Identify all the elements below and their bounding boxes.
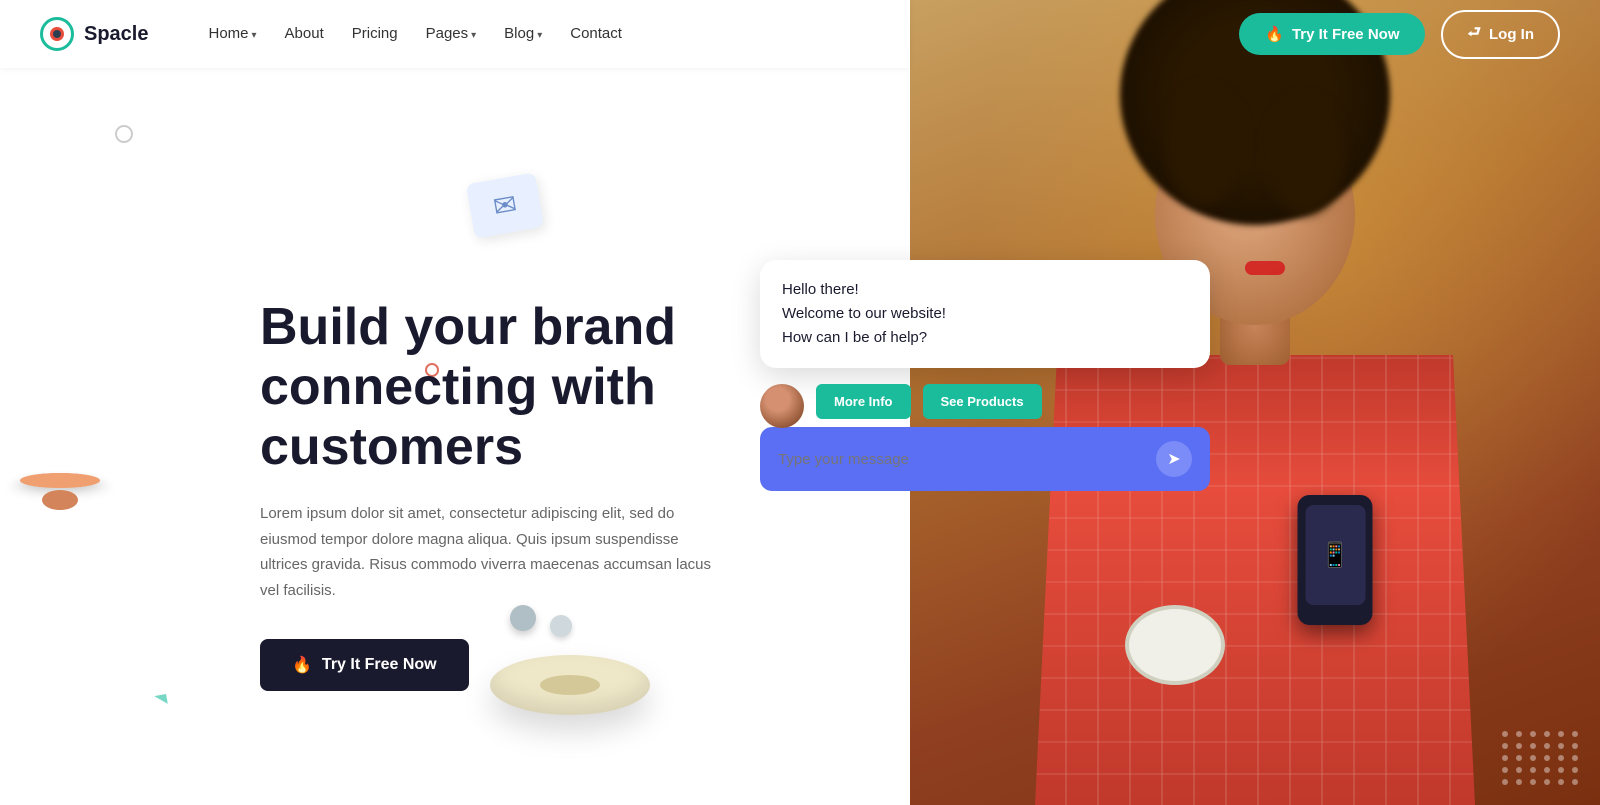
logo-icon: [40, 17, 74, 51]
deco-triangle: [154, 694, 168, 706]
nav-link-home[interactable]: Home▾: [208, 25, 256, 42]
deco-ring-stem: [42, 490, 78, 510]
nav-item-pricing[interactable]: Pricing: [352, 25, 398, 43]
nav-item-blog[interactable]: Blog▾: [504, 25, 542, 43]
brand-name: Spacle: [84, 23, 148, 46]
email-icon: ✉: [491, 187, 520, 224]
try-free-button[interactable]: 🔥 Try It Free Now: [1239, 13, 1425, 55]
logo[interactable]: Spacle: [40, 17, 148, 51]
deco-circle: [115, 125, 133, 143]
send-icon: ➤: [1167, 449, 1180, 469]
nav-link-blog[interactable]: Blog▾: [504, 25, 542, 42]
float-email-icon: ✉: [466, 172, 544, 238]
dots-decoration: [1502, 731, 1580, 785]
chat-message-input[interactable]: [778, 451, 1156, 468]
bottom-3d-decoration: [490, 655, 650, 775]
deco-ring-left: [17, 473, 103, 488]
nav-link-contact[interactable]: Contact: [570, 25, 622, 42]
header-actions: 🔥 Try It Free Now ⮐ Log In: [910, 0, 1600, 68]
chat-input-row: ➤: [760, 427, 1210, 491]
fire-icon-hero: 🔥: [292, 655, 312, 675]
nav-arrow-home: ▾: [252, 30, 257, 41]
see-products-button[interactable]: See Products: [923, 384, 1042, 419]
nav-link-pricing[interactable]: Pricing: [352, 25, 398, 42]
deco-ring-3d: [490, 655, 650, 715]
hero-cta-button[interactable]: 🔥 Try It Free Now: [260, 639, 469, 691]
hero-content: Build your brand connecting with custome…: [260, 298, 740, 691]
hero-title: Build your brand connecting with custome…: [260, 298, 740, 477]
nav-arrow-blog: ▾: [537, 30, 542, 41]
deco-dot-2: [550, 615, 572, 637]
chat-avatar: [760, 384, 804, 428]
nav-link-pages[interactable]: Pages▾: [426, 25, 477, 42]
nav-links: Home▾ About Pricing Pages▾ Blog▾ Contact: [208, 25, 621, 43]
login-button[interactable]: ⮐ Log In: [1441, 10, 1560, 59]
avatar-image: [760, 384, 804, 428]
fire-icon: 🔥: [1265, 25, 1284, 43]
nav-item-about[interactable]: About: [285, 25, 324, 43]
chat-send-button[interactable]: ➤: [1156, 441, 1192, 477]
nav-link-about[interactable]: About: [285, 25, 324, 42]
nav-item-home[interactable]: Home▾: [208, 25, 256, 43]
chat-widget: Hello there! Welcome to our website! How…: [760, 260, 1210, 491]
nav-item-contact[interactable]: Contact: [570, 25, 622, 43]
chat-actions-row: More Info See Products: [760, 384, 1210, 419]
login-icon: ⮐: [1467, 22, 1481, 47]
chat-bubble-text: Hello there! Welcome to our website! How…: [782, 278, 1188, 350]
more-info-button[interactable]: More Info: [816, 384, 911, 419]
chat-bubble: Hello there! Welcome to our website! How…: [760, 260, 1210, 368]
hero-description: Lorem ipsum dolor sit amet, consectetur …: [260, 501, 730, 603]
navbar: Spacle Home▾ About Pricing Pages▾ Blog▾: [0, 0, 910, 68]
nav-item-pages[interactable]: Pages▾: [426, 25, 477, 43]
nav-arrow-pages: ▾: [471, 30, 476, 41]
deco-dot-1: [510, 605, 536, 631]
